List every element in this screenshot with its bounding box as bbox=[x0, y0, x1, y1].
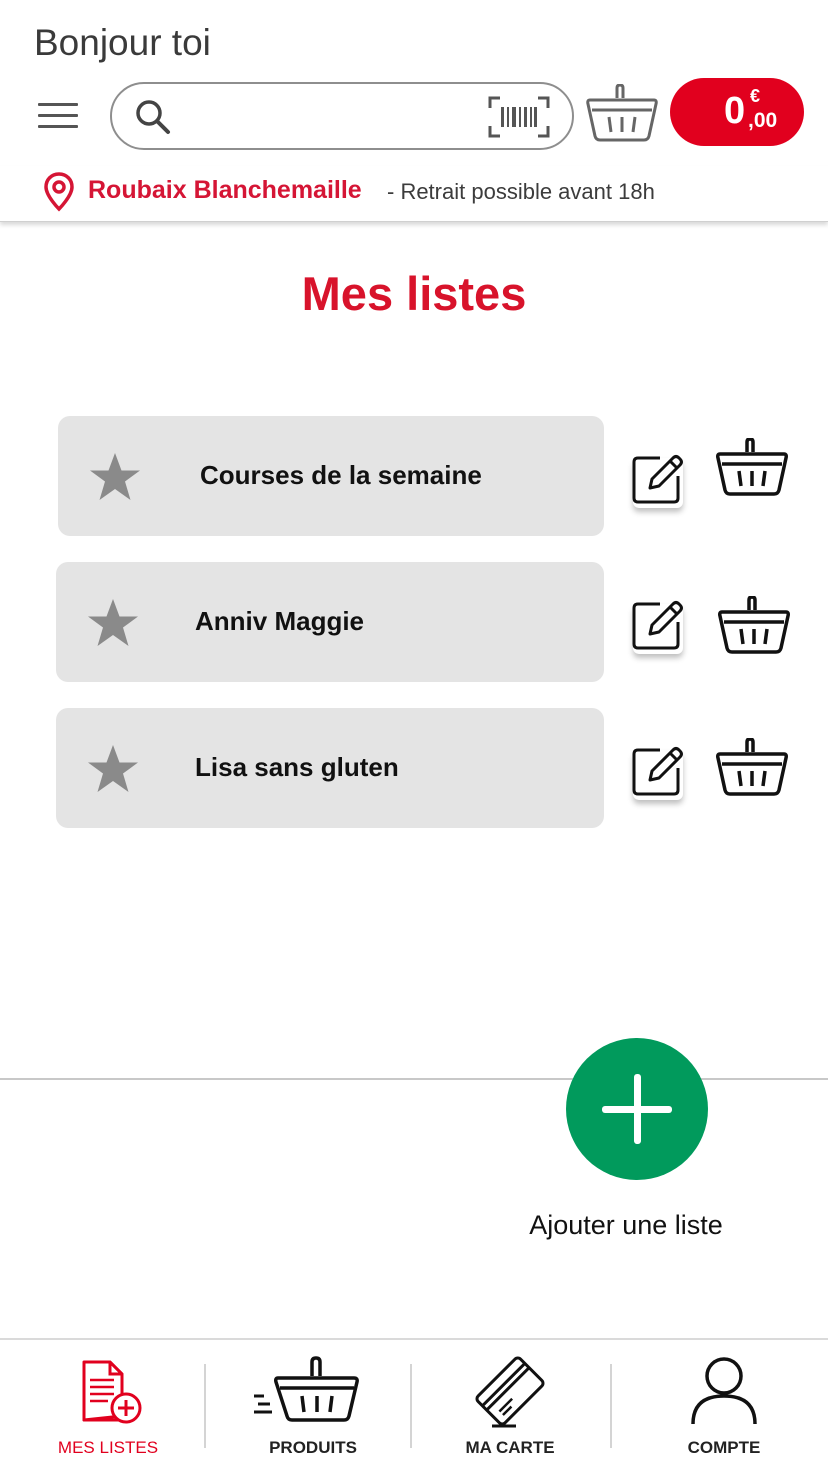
barcode-scan-icon[interactable] bbox=[488, 96, 550, 138]
nav-label: MES LISTES bbox=[57, 1438, 159, 1457]
cart-total-integer: 0 bbox=[724, 90, 746, 132]
nav-label: MA CARTE bbox=[465, 1438, 555, 1457]
store-name-link[interactable]: Roubaix Blanchemaille bbox=[88, 176, 362, 205]
cart-total-cents: ,00 bbox=[748, 109, 778, 132]
menu-line bbox=[38, 103, 78, 106]
cart-total-currency: € bbox=[750, 86, 761, 106]
app-screen: Bonjour toi 0 € ,00 Roubaix Blanchemaill… bbox=[0, 0, 828, 1472]
nav-label: COMPTE bbox=[687, 1438, 761, 1457]
page-title: Mes listes bbox=[301, 267, 527, 320]
nav-item-mes-listes[interactable]: MES LISTES bbox=[14, 1340, 202, 1472]
list-row: Lisa sans gluten bbox=[0, 708, 828, 828]
menu-line bbox=[38, 125, 78, 128]
edit-icon bbox=[632, 601, 683, 650]
store-bar: Roubaix Blanchemaille - Retrait possible… bbox=[0, 166, 828, 222]
list-card[interactable]: Lisa sans gluten bbox=[56, 708, 604, 828]
edit-list-button[interactable] bbox=[630, 744, 684, 798]
add-list-button[interactable] bbox=[566, 1038, 708, 1180]
nav-item-ma-carte[interactable]: MA CARTE bbox=[414, 1340, 606, 1472]
divider bbox=[0, 1078, 828, 1080]
search-icon bbox=[136, 100, 170, 134]
edit-list-button[interactable] bbox=[630, 598, 684, 652]
cart-total-button[interactable]: 0 € ,00 bbox=[670, 78, 804, 146]
add-to-cart-basket-icon[interactable] bbox=[716, 438, 788, 498]
list-row: Anniv Maggie bbox=[0, 562, 828, 682]
menu-line bbox=[38, 114, 78, 117]
star-icon[interactable] bbox=[86, 597, 140, 649]
star-icon[interactable] bbox=[88, 451, 142, 503]
nav-separator bbox=[610, 1364, 612, 1448]
add-list-label[interactable]: Ajouter une liste bbox=[480, 1210, 772, 1241]
bottom-nav: MES LISTES PRODUITS MA CARTE COMPTE bbox=[0, 1338, 828, 1472]
nav-item-compte[interactable]: COMPTE bbox=[624, 1340, 824, 1472]
nav-label: PRODUITS bbox=[269, 1438, 357, 1457]
add-to-cart-basket-icon[interactable] bbox=[718, 596, 790, 656]
nav-separator bbox=[204, 1364, 206, 1448]
menu-button[interactable] bbox=[38, 103, 78, 131]
loyalty-card-icon bbox=[475, 1356, 545, 1428]
location-pin-icon bbox=[44, 172, 74, 212]
nav-item-produits[interactable]: PRODUITS bbox=[218, 1340, 408, 1472]
edit-list-button[interactable] bbox=[630, 452, 684, 506]
list-name: Lisa sans gluten bbox=[195, 752, 399, 782]
list-card[interactable]: Anniv Maggie bbox=[56, 562, 604, 682]
user-icon bbox=[691, 1357, 757, 1425]
nav-separator bbox=[410, 1364, 412, 1448]
basket-fast-icon bbox=[254, 1356, 359, 1422]
list-add-icon bbox=[82, 1360, 142, 1424]
edit-icon bbox=[632, 747, 683, 796]
star-icon[interactable] bbox=[86, 743, 140, 795]
search-bar[interactable] bbox=[110, 82, 574, 150]
add-to-cart-basket-icon[interactable] bbox=[716, 738, 788, 798]
search-input[interactable] bbox=[184, 94, 484, 138]
cart-basket-icon[interactable] bbox=[586, 84, 658, 144]
list-name: Anniv Maggie bbox=[195, 606, 365, 636]
list-name: Courses de la semaine bbox=[200, 460, 482, 490]
edit-icon bbox=[632, 455, 683, 504]
plus-icon-stroke bbox=[634, 1074, 641, 1144]
list-card[interactable]: Courses de la semaine bbox=[58, 416, 604, 536]
pickup-info: - Retrait possible avant 18h bbox=[387, 179, 655, 204]
list-row: Courses de la semaine bbox=[0, 416, 828, 536]
greeting-title: Bonjour toi bbox=[34, 22, 211, 63]
